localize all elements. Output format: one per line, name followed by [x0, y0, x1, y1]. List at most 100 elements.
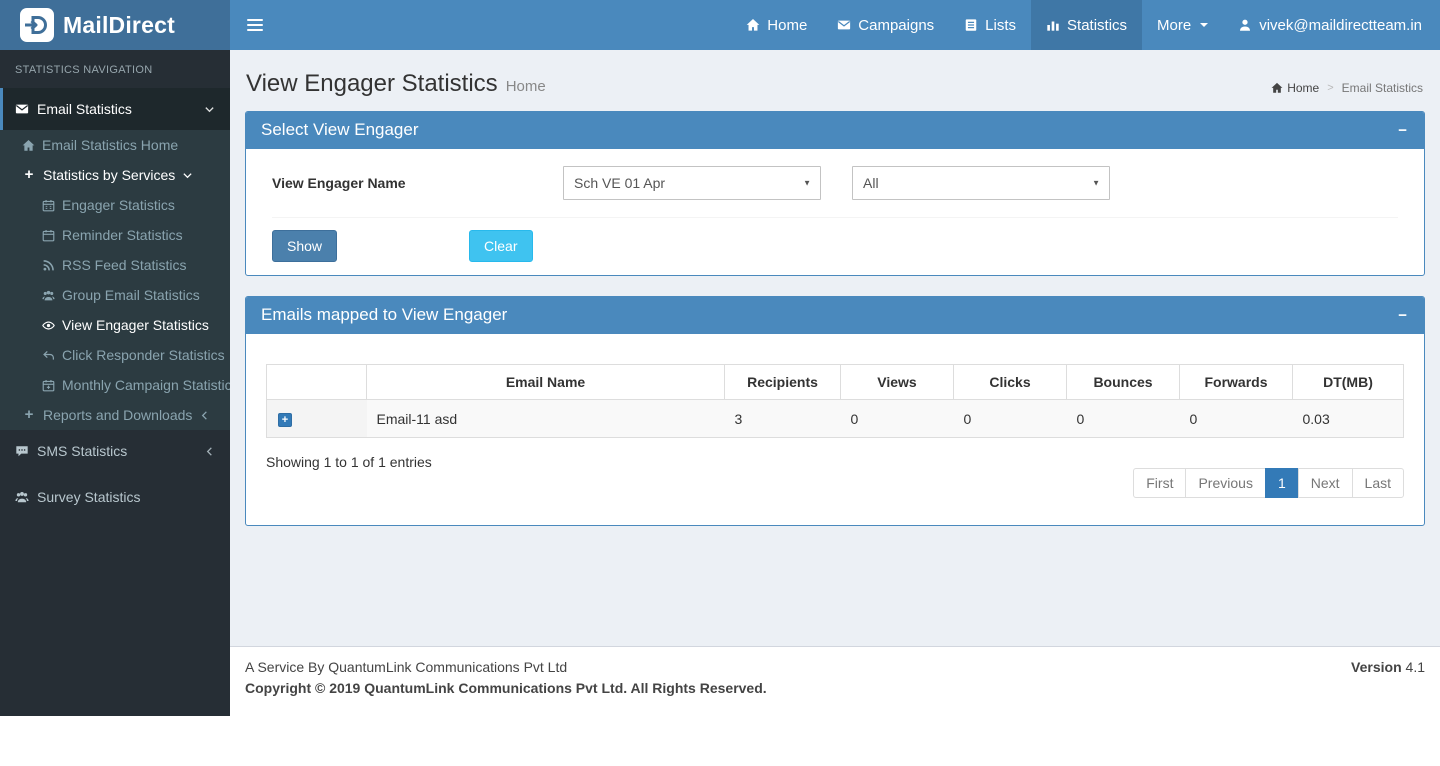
sidebar-item-label: Engager Statistics — [62, 197, 175, 213]
nav-campaigns-label: Campaigns — [858, 16, 935, 34]
brand-logo[interactable]: MailDirect — [0, 0, 230, 50]
pagination-next-button[interactable]: Next — [1297, 468, 1353, 498]
chevron-down-icon — [205, 106, 214, 112]
breadcrumb: Home > Email Statistics — [1271, 73, 1423, 95]
page-footer: A Service By QuantumLink Communications … — [230, 646, 1440, 716]
cell-recipients: 3 — [724, 399, 841, 438]
sidebar-item-label: SMS Statistics — [37, 443, 128, 459]
show-button[interactable]: Show — [272, 230, 338, 262]
table-row: + Email-11 asd 3 0 0 0 0 0.03 — [266, 399, 1404, 438]
sidebar-item-email-statistics[interactable]: Email Statistics — [0, 88, 230, 130]
eye-icon — [42, 320, 55, 330]
envelope-icon — [838, 20, 851, 30]
sidebar-item-statistics-by-services[interactable]: + Statistics by Services — [0, 160, 230, 190]
pagination-page-1-button[interactable]: 1 — [1264, 468, 1299, 498]
cell-clicks: 0 — [953, 399, 1067, 438]
cell-forwards: 0 — [1179, 399, 1293, 438]
column-header-expand[interactable] — [266, 364, 367, 400]
pagination-previous-button[interactable]: Previous — [1185, 468, 1266, 498]
navbar-spacer — [280, 0, 731, 50]
chevron-down-icon — [183, 172, 192, 178]
nav-user-account[interactable]: vivek@maildirectteam.in — [1223, 0, 1440, 50]
sidebar-item-monthly-campaign-statistics[interactable]: Monthly Campaign Statistics — [0, 370, 230, 400]
bar-chart-icon — [1047, 21, 1059, 31]
content-area: View Engager Statistics Home Home > Email… — [230, 50, 1440, 646]
sidebar-item-view-engager-statistics[interactable]: View Engager Statistics — [0, 310, 230, 340]
sidebar-item-label: Email Statistics — [37, 101, 132, 117]
sidebar-item-group-email-statistics[interactable]: Group Email Statistics — [0, 280, 230, 310]
nav-more[interactable]: More — [1142, 0, 1223, 50]
sidebar-item-label: Monthly Campaign Statistics — [62, 377, 230, 393]
column-header-forwards[interactable]: Forwards — [1179, 364, 1293, 400]
view-engager-select[interactable]: Sch VE 01 Apr — [563, 166, 821, 200]
sidebar-item-label: Survey Statistics — [37, 489, 141, 505]
home-icon — [1271, 82, 1283, 93]
nav-more-label: More — [1157, 16, 1192, 34]
sidebar: STATISTICS NAVIGATION Email Statistics E… — [0, 50, 230, 716]
pagination-first-button[interactable]: First — [1133, 468, 1187, 498]
sidebar-item-email-statistics-home[interactable]: Email Statistics Home — [0, 130, 230, 160]
sidebar-item-label: Click Responder Statistics — [62, 347, 225, 363]
cell-bounces: 0 — [1066, 399, 1180, 438]
engager-filter-select[interactable]: All — [852, 166, 1110, 200]
select-view-engager-panel: Select View Engager − View Engager Name … — [245, 111, 1425, 276]
pagination: First Previous 1 Next Last — [1133, 468, 1404, 498]
emails-mapped-panel: Emails mapped to View Engager − Email Na… — [245, 296, 1425, 526]
nav-statistics[interactable]: Statistics — [1031, 0, 1143, 50]
breadcrumb-home-link[interactable]: Home — [1271, 81, 1319, 95]
column-header-bounces[interactable]: Bounces — [1066, 364, 1180, 400]
column-header-dt-mb[interactable]: DT(MB) — [1292, 364, 1404, 400]
sidebar-item-label: Reminder Statistics — [62, 227, 183, 243]
sidebar-item-label: Statistics by Services — [43, 167, 176, 183]
showing-entries-text: Showing 1 to 1 of 1 entries — [266, 454, 432, 470]
home-icon — [746, 19, 760, 31]
calendar-icon — [42, 229, 55, 241]
cell-dt-mb: 0.03 — [1292, 399, 1404, 438]
chevron-left-icon — [202, 410, 208, 420]
collapse-minus-icon[interactable]: − — [1396, 308, 1409, 323]
cell-views: 0 — [840, 399, 954, 438]
pagination-last-button[interactable]: Last — [1351, 468, 1404, 498]
page-subtitle: Home — [505, 78, 546, 95]
nav-campaigns[interactable]: Campaigns — [822, 0, 949, 50]
version-label: Version — [1351, 659, 1402, 675]
footer-service-text: A Service By QuantumLink Communications … — [245, 659, 568, 675]
reply-icon — [43, 350, 54, 360]
page-title-block: View Engager Statistics Home — [246, 70, 546, 98]
sidebar-toggle-button[interactable] — [230, 0, 280, 50]
expand-row-plus-icon[interactable]: + — [278, 413, 292, 427]
panel-title: Emails mapped to View Engager — [261, 305, 508, 324]
nav-statistics-label: Statistics — [1067, 16, 1128, 34]
sidebar-item-engager-statistics[interactable]: Engager Statistics — [0, 190, 230, 220]
column-header-clicks[interactable]: Clicks — [953, 364, 1067, 400]
sidebar-item-reminder-statistics[interactable]: Reminder Statistics — [0, 220, 230, 250]
brand-name: MailDirect — [63, 11, 175, 38]
sidebar-item-label: Group Email Statistics — [62, 287, 200, 303]
column-header-email-name[interactable]: Email Name — [366, 364, 725, 400]
nav-lists-label: Lists — [985, 16, 1017, 34]
sidebar-item-sms-statistics[interactable]: SMS Statistics — [0, 430, 230, 472]
sidebar-item-rss-feed-statistics[interactable]: RSS Feed Statistics — [0, 250, 230, 280]
sidebar-item-survey-statistics[interactable]: Survey Statistics — [0, 472, 230, 518]
breadcrumb-current: Email Statistics — [1341, 81, 1423, 95]
nav-home[interactable]: Home — [731, 0, 822, 50]
table-header-row: Email Name Recipients Views Clicks Bounc… — [266, 364, 1404, 400]
caret-down-icon — [1200, 23, 1209, 27]
column-header-views[interactable]: Views — [840, 364, 954, 400]
sidebar-item-label: Reports and Downloads — [43, 407, 193, 423]
envelope-icon — [15, 104, 29, 114]
clear-button[interactable]: Clear — [469, 230, 533, 262]
users-icon — [42, 290, 55, 300]
plus-icon: + — [24, 406, 34, 423]
plus-icon: + — [24, 166, 34, 183]
users-icon — [15, 492, 29, 503]
sidebar-item-reports-and-downloads[interactable]: + Reports and Downloads — [0, 400, 230, 430]
column-header-recipients[interactable]: Recipients — [724, 364, 841, 400]
collapse-minus-icon[interactable]: − — [1396, 123, 1409, 138]
sidebar-item-click-responder-statistics[interactable]: Click Responder Statistics — [0, 340, 230, 370]
footer-version: Version 4.1 — [1351, 659, 1425, 675]
comment-icon — [16, 446, 28, 457]
nav-lists[interactable]: Lists — [949, 0, 1031, 50]
breadcrumb-separator-icon: > — [1327, 82, 1334, 94]
sidebar-item-label: Email Statistics Home — [42, 137, 179, 153]
